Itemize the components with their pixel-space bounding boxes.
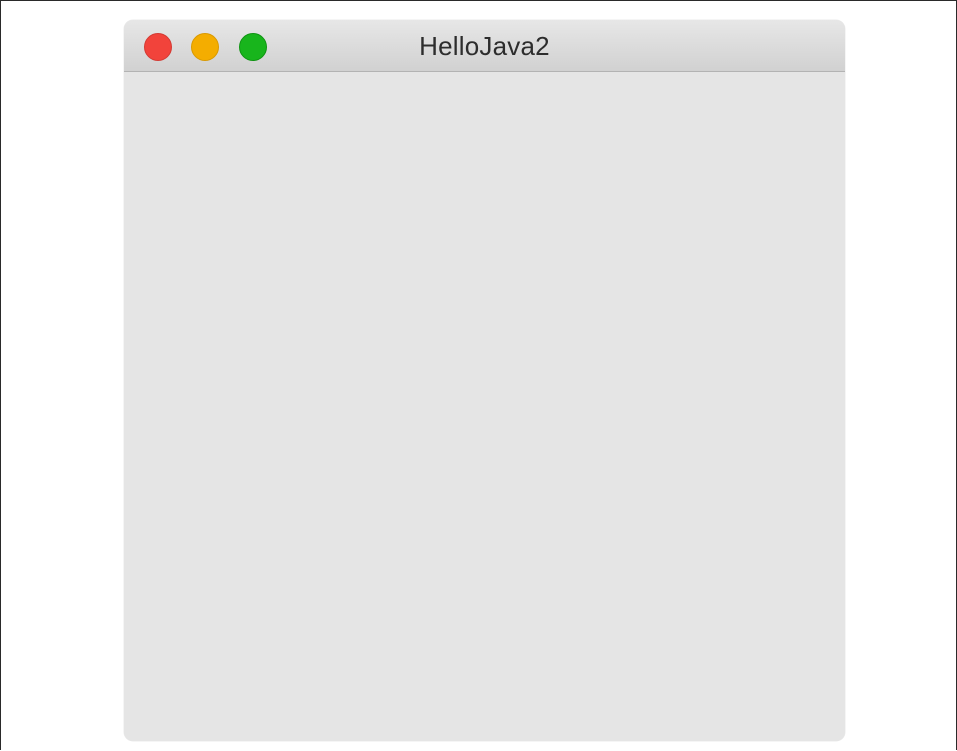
application-window: HelloJava2 [124,20,845,741]
screenshot-frame: HelloJava2 [0,0,957,750]
window-title: HelloJava2 [419,31,550,61]
window-titlebar[interactable]: HelloJava2 [124,20,845,72]
window-content-area [124,72,845,741]
